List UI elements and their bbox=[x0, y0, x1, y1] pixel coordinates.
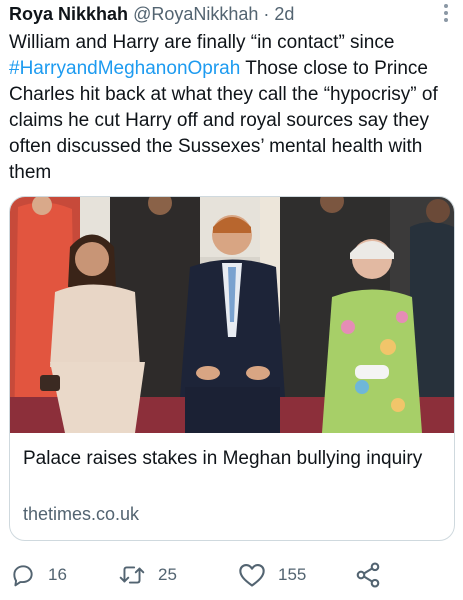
tweet-text-part: William and Harry are finally “in contac… bbox=[9, 32, 395, 53]
tweet-timestamp[interactable]: 2d bbox=[274, 4, 294, 24]
tweet[interactable]: Roya Nikkhah @RoyaNikkhah · 2d William a… bbox=[0, 0, 463, 600]
share-icon bbox=[354, 561, 382, 589]
tweet-text: William and Harry are finally “in contac… bbox=[9, 30, 459, 186]
reply-icon bbox=[10, 562, 36, 588]
card-domain: thetimes.co.uk bbox=[23, 504, 140, 524]
tweet-header: Roya Nikkhah @RoyaNikkhah · 2d bbox=[9, 2, 433, 26]
link-card[interactable]: Palace raises stakes in Meghan bullying … bbox=[9, 196, 455, 541]
action-bar: 16 25 155 bbox=[0, 560, 463, 590]
retweet-icon bbox=[118, 562, 146, 588]
hashtag-link[interactable]: #HarryandMeghanonOprah bbox=[9, 58, 240, 79]
card-image[interactable] bbox=[10, 197, 454, 433]
retweet-count: 25 bbox=[158, 565, 177, 584]
royal-family-photo bbox=[10, 197, 454, 433]
header-separator: · bbox=[263, 4, 270, 24]
retweet-button[interactable]: 25 bbox=[118, 560, 177, 590]
more-vertical-icon[interactable] bbox=[443, 4, 449, 26]
card-title[interactable]: Palace raises stakes in Meghan bullying … bbox=[23, 447, 443, 471]
heart-icon bbox=[238, 562, 266, 588]
like-button[interactable]: 155 bbox=[238, 560, 306, 590]
share-button[interactable] bbox=[354, 560, 382, 590]
author-handle[interactable]: @RoyaNikkhah bbox=[133, 4, 258, 24]
reply-button[interactable]: 16 bbox=[10, 560, 67, 590]
reply-count: 16 bbox=[48, 565, 67, 584]
like-count: 155 bbox=[278, 565, 307, 584]
author-name[interactable]: Roya Nikkhah bbox=[9, 4, 128, 24]
